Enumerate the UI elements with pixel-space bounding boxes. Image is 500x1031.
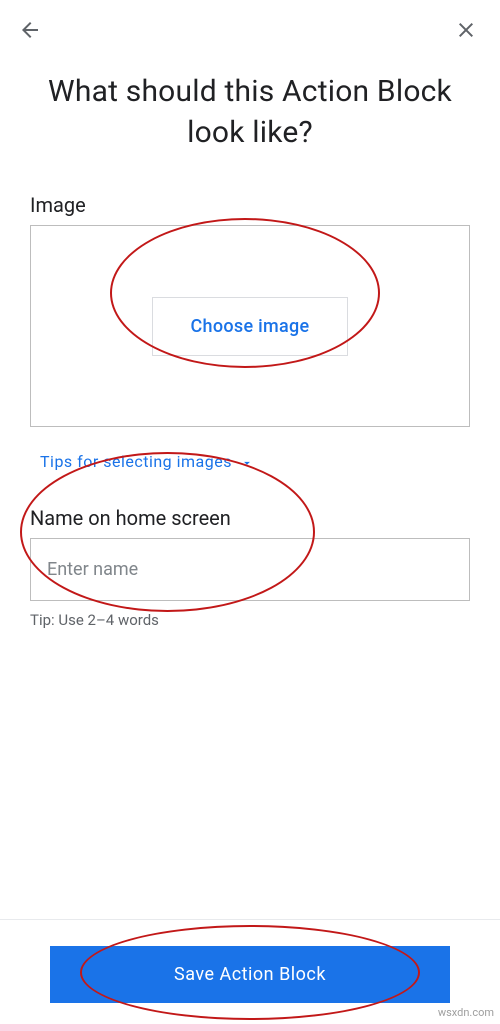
chevron-down-icon xyxy=(240,455,254,469)
image-section-label: Image xyxy=(30,193,470,217)
name-input[interactable] xyxy=(30,538,470,601)
watermark: wsxdn.com xyxy=(438,1006,494,1019)
back-button[interactable] xyxy=(18,18,42,42)
choose-image-button[interactable]: Choose image xyxy=(152,297,349,356)
page-title: What should this Action Block look like? xyxy=(0,52,500,193)
tips-link-label: Tips for selecting images xyxy=(40,452,232,471)
tips-for-images-link[interactable]: Tips for selecting images xyxy=(40,452,470,471)
footer: Save Action Block xyxy=(0,919,500,1031)
bottom-accent-strip xyxy=(0,1024,500,1031)
name-tip-text: Tip: Use 2–4 words xyxy=(30,611,470,629)
name-section-label: Name on home screen xyxy=(30,506,470,530)
close-button[interactable] xyxy=(454,18,478,42)
save-action-block-button[interactable]: Save Action Block xyxy=(50,946,450,1003)
image-preview-box: Choose image xyxy=(30,225,470,427)
